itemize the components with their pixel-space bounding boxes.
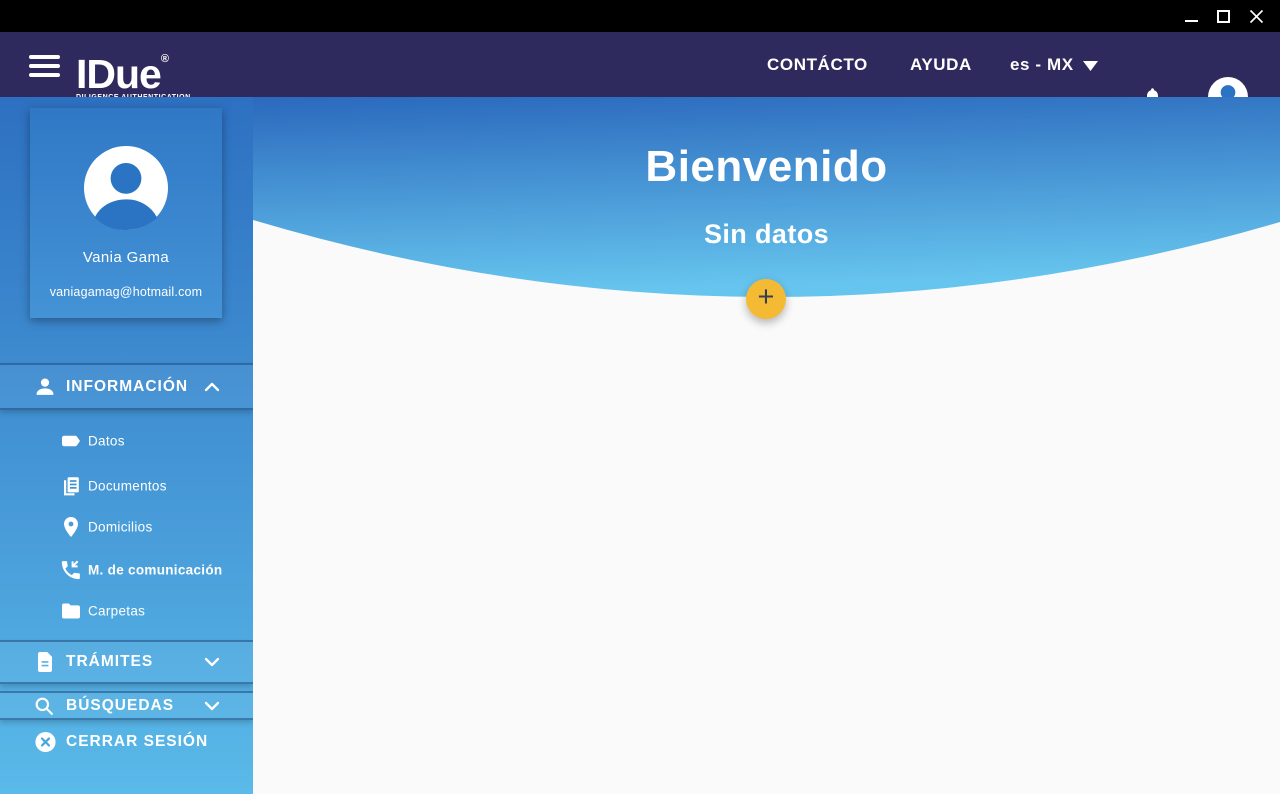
- sidebar-item-label: Carpetas: [88, 604, 145, 619]
- window-close-button[interactable]: [1240, 0, 1272, 32]
- chevron-up-icon: [204, 382, 220, 392]
- sidebar-item-carpetas[interactable]: Carpetas: [0, 590, 253, 632]
- sidebar-section-busquedas[interactable]: BÚSQUEDAS: [0, 691, 253, 720]
- maximize-icon: [1217, 10, 1230, 23]
- folder-icon: [59, 599, 83, 623]
- sidebar-item-label: Datos: [88, 434, 125, 449]
- main-content: Bienvenido Sin datos +: [253, 97, 1280, 794]
- window-maximize-button[interactable]: [1207, 0, 1239, 32]
- nav-help-link[interactable]: AYUDA: [910, 56, 972, 74]
- chevron-down-icon: [204, 701, 220, 711]
- dropdown-triangle-icon: [1083, 61, 1098, 72]
- window-minimize-button[interactable]: [1175, 0, 1207, 32]
- plus-icon: +: [758, 281, 775, 314]
- sidebar: Vania Gama vaniagamag@hotmail.com INFORM…: [0, 97, 253, 794]
- app-logo: IDue® DILIGENCE AUTHENTICATION: [76, 39, 191, 101]
- sidebar-section-label: TRÁMITES: [66, 653, 153, 671]
- sidebar-item-label: Domicilios: [88, 520, 153, 535]
- documents-icon: [59, 474, 83, 498]
- profile-avatar-icon: [84, 146, 168, 230]
- hamburger-icon: [29, 55, 60, 59]
- sidebar-section-label: BÚSQUEDAS: [66, 697, 174, 715]
- label-icon: [59, 429, 83, 453]
- profile-name: Vania Gama: [83, 249, 169, 266]
- logo-text: IDue: [76, 51, 161, 97]
- menu-button[interactable]: [29, 55, 60, 78]
- window-title-bar: [0, 0, 1280, 32]
- chevron-down-icon: [204, 657, 220, 667]
- profile-card: Vania Gama vaniagamag@hotmail.com: [30, 108, 222, 318]
- page-title: Bienvenido: [253, 141, 1280, 193]
- sidebar-item-label: M. de comunicación: [88, 563, 222, 578]
- language-value: es - MX: [1010, 56, 1074, 74]
- sidebar-section-label: INFORMACIÓN: [66, 378, 188, 396]
- person-icon: [33, 375, 57, 399]
- minimize-icon: [1185, 20, 1198, 22]
- logout-button[interactable]: CERRAR SESIÓN: [0, 728, 253, 756]
- phone-callback-icon: [59, 558, 83, 582]
- logout-label: CERRAR SESIÓN: [66, 733, 208, 751]
- sidebar-section-informacion[interactable]: INFORMACIÓN: [0, 363, 253, 410]
- sidebar-item-datos[interactable]: Datos: [0, 420, 253, 462]
- cancel-circle-icon: [34, 731, 57, 754]
- map-pin-icon: [59, 515, 83, 539]
- registered-mark: ®: [161, 53, 169, 65]
- sidebar-item-m-de-comunicacion[interactable]: M. de comunicación: [0, 549, 253, 591]
- language-selector[interactable]: es - MX: [1010, 56, 1098, 74]
- close-icon: [1249, 9, 1264, 24]
- sidebar-item-label: Documentos: [88, 479, 167, 494]
- document-icon: [33, 650, 57, 674]
- profile-email: vaniagamag@hotmail.com: [50, 285, 203, 299]
- sidebar-section-tramites[interactable]: TRÁMITES: [0, 640, 253, 684]
- sidebar-item-domicilios[interactable]: Domicilios: [0, 506, 253, 548]
- add-button[interactable]: +: [746, 279, 786, 319]
- search-icon: [33, 695, 55, 717]
- nav-contact-link[interactable]: CONTÁCTO: [767, 56, 868, 74]
- app-bar: IDue® DILIGENCE AUTHENTICATION CONTÁCTO …: [0, 32, 1280, 97]
- sidebar-item-documentos[interactable]: Documentos: [0, 465, 253, 507]
- page-subtitle: Sin datos: [253, 217, 1280, 251]
